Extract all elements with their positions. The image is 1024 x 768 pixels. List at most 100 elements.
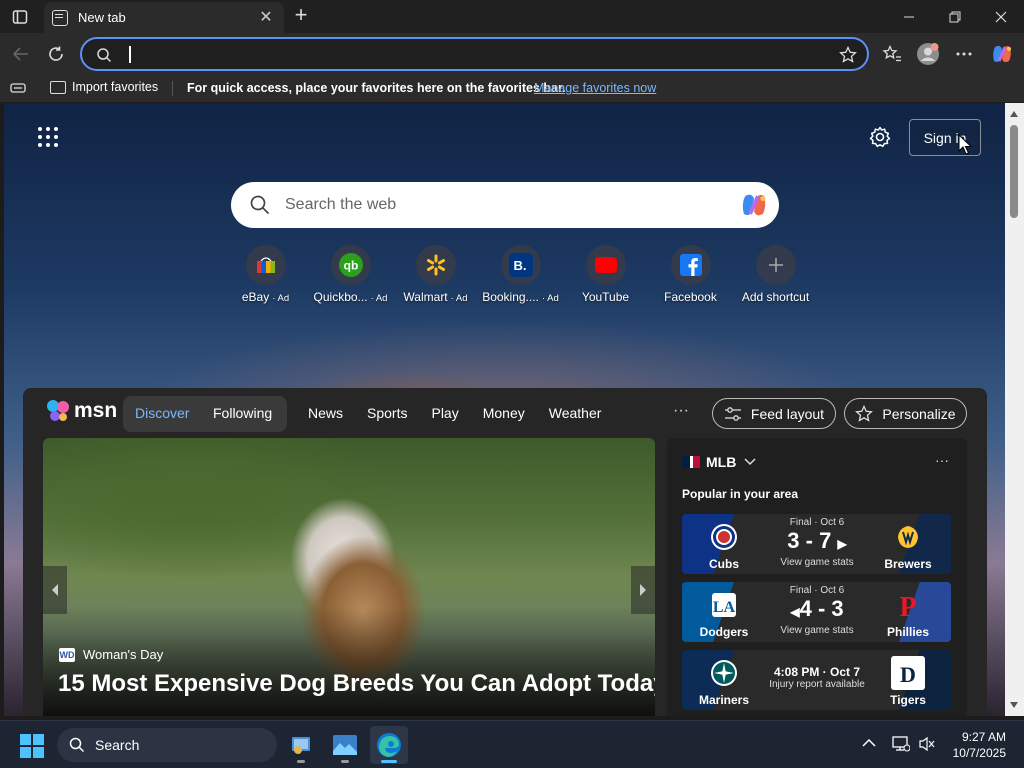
carousel-next-button[interactable]: [631, 566, 655, 614]
svg-text:D: D: [900, 662, 916, 687]
personalize-button[interactable]: Personalize: [844, 398, 967, 429]
brewers-logo-icon: [891, 520, 925, 554]
system-clock[interactable]: 9:27 AM 10/7/2025: [946, 729, 1006, 761]
publisher-name: Woman's Day: [83, 647, 164, 662]
web-search-input[interactable]: [285, 190, 705, 220]
game-card[interactable]: LA Dodgers Final · Oct 6 ◀4 - 3 View gam…: [682, 582, 951, 642]
nav-play[interactable]: Play: [431, 405, 458, 421]
injury-report-link[interactable]: Injury report available: [762, 679, 872, 690]
facebook-icon: [670, 245, 711, 285]
browser-tab[interactable]: New tab ✕: [44, 2, 284, 33]
taskbar-search[interactable]: Search: [57, 728, 277, 762]
avatar-icon: [917, 43, 939, 65]
game-stats-link[interactable]: View game stats: [762, 625, 872, 636]
nav-news[interactable]: News: [308, 405, 343, 421]
scroll-up-icon[interactable]: [1010, 111, 1018, 117]
nav-weather[interactable]: Weather: [549, 405, 602, 421]
chevron-down-icon: [744, 458, 756, 466]
phillies-logo-icon: P: [891, 588, 925, 622]
taskbar-app-edge[interactable]: [370, 726, 408, 764]
team-home: LA Dodgers: [694, 588, 754, 639]
team-name: Mariners: [698, 693, 750, 707]
favorites-bar-message: For quick access, place your favorites h…: [187, 81, 566, 95]
address-bar[interactable]: [80, 37, 869, 71]
favorites-bar-toggle-icon[interactable]: [10, 81, 26, 95]
search-icon: [250, 195, 270, 215]
close-tab-icon[interactable]: ✕: [256, 8, 276, 28]
taskbar-app-settings[interactable]: [282, 726, 320, 764]
copilot-icon[interactable]: [739, 191, 769, 219]
chevron-up-icon[interactable]: [862, 738, 876, 748]
profile-button[interactable]: [916, 42, 940, 66]
shortcut-ebay[interactable]: eBay · Ad: [223, 245, 308, 304]
scroll-down-icon[interactable]: [1010, 702, 1018, 708]
carousel-prev-button[interactable]: [43, 566, 67, 614]
navigation-toolbar: [0, 33, 1024, 75]
close-window-button[interactable]: [978, 0, 1024, 33]
taskbar-app-photos[interactable]: [326, 726, 364, 764]
start-button[interactable]: [20, 734, 44, 758]
feed-layout-button[interactable]: Feed layout: [712, 398, 836, 429]
copilot-icon: [993, 45, 1011, 63]
msn-logo-text: msn: [74, 399, 118, 422]
svg-text:B.: B.: [513, 258, 526, 273]
team-name: Cubs: [709, 557, 739, 571]
settings-and-more-button[interactable]: [952, 42, 976, 66]
ad-badge: · Ad: [541, 293, 559, 304]
web-search-box[interactable]: [231, 182, 779, 228]
msn-logo[interactable]: msn: [45, 398, 117, 424]
ad-badge: · Ad: [370, 293, 388, 304]
new-tab-button[interactable]: +: [290, 4, 312, 27]
shortcut-youtube[interactable]: YouTube: [563, 245, 648, 304]
game-summary: 4:08 PM · Oct 7 Injury report available: [762, 653, 872, 690]
tab-following[interactable]: Following: [213, 405, 272, 421]
tab-actions-button[interactable]: [8, 6, 32, 28]
favorite-star-icon[interactable]: [839, 46, 857, 64]
minimize-button[interactable]: [886, 0, 932, 33]
personalize-label: Personalize: [882, 405, 956, 422]
tab-actions-icon: [12, 10, 28, 24]
scrollbar-thumb[interactable]: [1010, 125, 1018, 218]
volume-muted-icon[interactable]: [918, 736, 936, 752]
page-scrollbar[interactable]: [1005, 103, 1024, 716]
running-indicator: [341, 760, 349, 763]
copilot-button[interactable]: [990, 42, 1014, 66]
refresh-button[interactable]: [44, 42, 68, 66]
import-icon: [50, 80, 66, 94]
game-stats-link[interactable]: View game stats: [762, 557, 872, 568]
nav-money[interactable]: Money: [483, 405, 525, 421]
favorites-button[interactable]: [880, 42, 904, 66]
back-arrow-icon: [12, 47, 28, 61]
import-favorites-button[interactable]: Import favorites: [50, 80, 158, 94]
search-icon: [97, 48, 112, 63]
team-away: Brewers: [878, 520, 938, 571]
hero-article-card[interactable]: WD Woman's Day 15 Most Expensive Dog Bre…: [43, 438, 655, 716]
shortcut-walmart[interactable]: Walmart · Ad: [393, 245, 478, 304]
taskbar-search-label: Search: [95, 737, 140, 753]
manage-favorites-link[interactable]: Manage favorites now: [534, 81, 656, 95]
add-shortcut-button[interactable]: Add shortcut: [733, 245, 818, 304]
shortcut-facebook[interactable]: Facebook: [648, 245, 733, 304]
team-name: Brewers: [884, 557, 932, 571]
sports-more-button[interactable]: ···: [935, 452, 949, 468]
refresh-icon: [49, 46, 63, 61]
winner-arrow-right-icon: ▶: [837, 537, 847, 551]
article-headline[interactable]: 15 Most Expensive Dog Breeds You Can Ado…: [58, 670, 655, 698]
league-selector[interactable]: MLB: [682, 454, 756, 470]
photos-icon: [333, 735, 357, 755]
taskbar: Search 9:27 AM 10/7/2025: [0, 720, 1024, 768]
network-icon[interactable]: [892, 735, 910, 753]
tab-discover[interactable]: Discover: [135, 405, 189, 421]
app-launcher-icon[interactable]: [38, 127, 58, 147]
back-button[interactable]: [8, 42, 32, 66]
shortcut-booking[interactable]: B. Booking.... · Ad: [478, 245, 563, 304]
chevron-right-icon: [640, 584, 646, 596]
nav-more-button[interactable]: ···: [673, 402, 689, 420]
shortcut-quickbooks[interactable]: qb Quickbo... · Ad: [308, 245, 393, 304]
team-name: Phillies: [886, 625, 930, 639]
nav-sports[interactable]: Sports: [367, 405, 407, 421]
page-settings-button[interactable]: [868, 125, 892, 149]
game-card[interactable]: Mariners 4:08 PM · Oct 7 Injury report a…: [682, 650, 951, 710]
game-card[interactable]: Cubs Final · Oct 6 3 - 7 ▶ View game sta…: [682, 514, 951, 574]
restore-button[interactable]: [932, 0, 978, 33]
